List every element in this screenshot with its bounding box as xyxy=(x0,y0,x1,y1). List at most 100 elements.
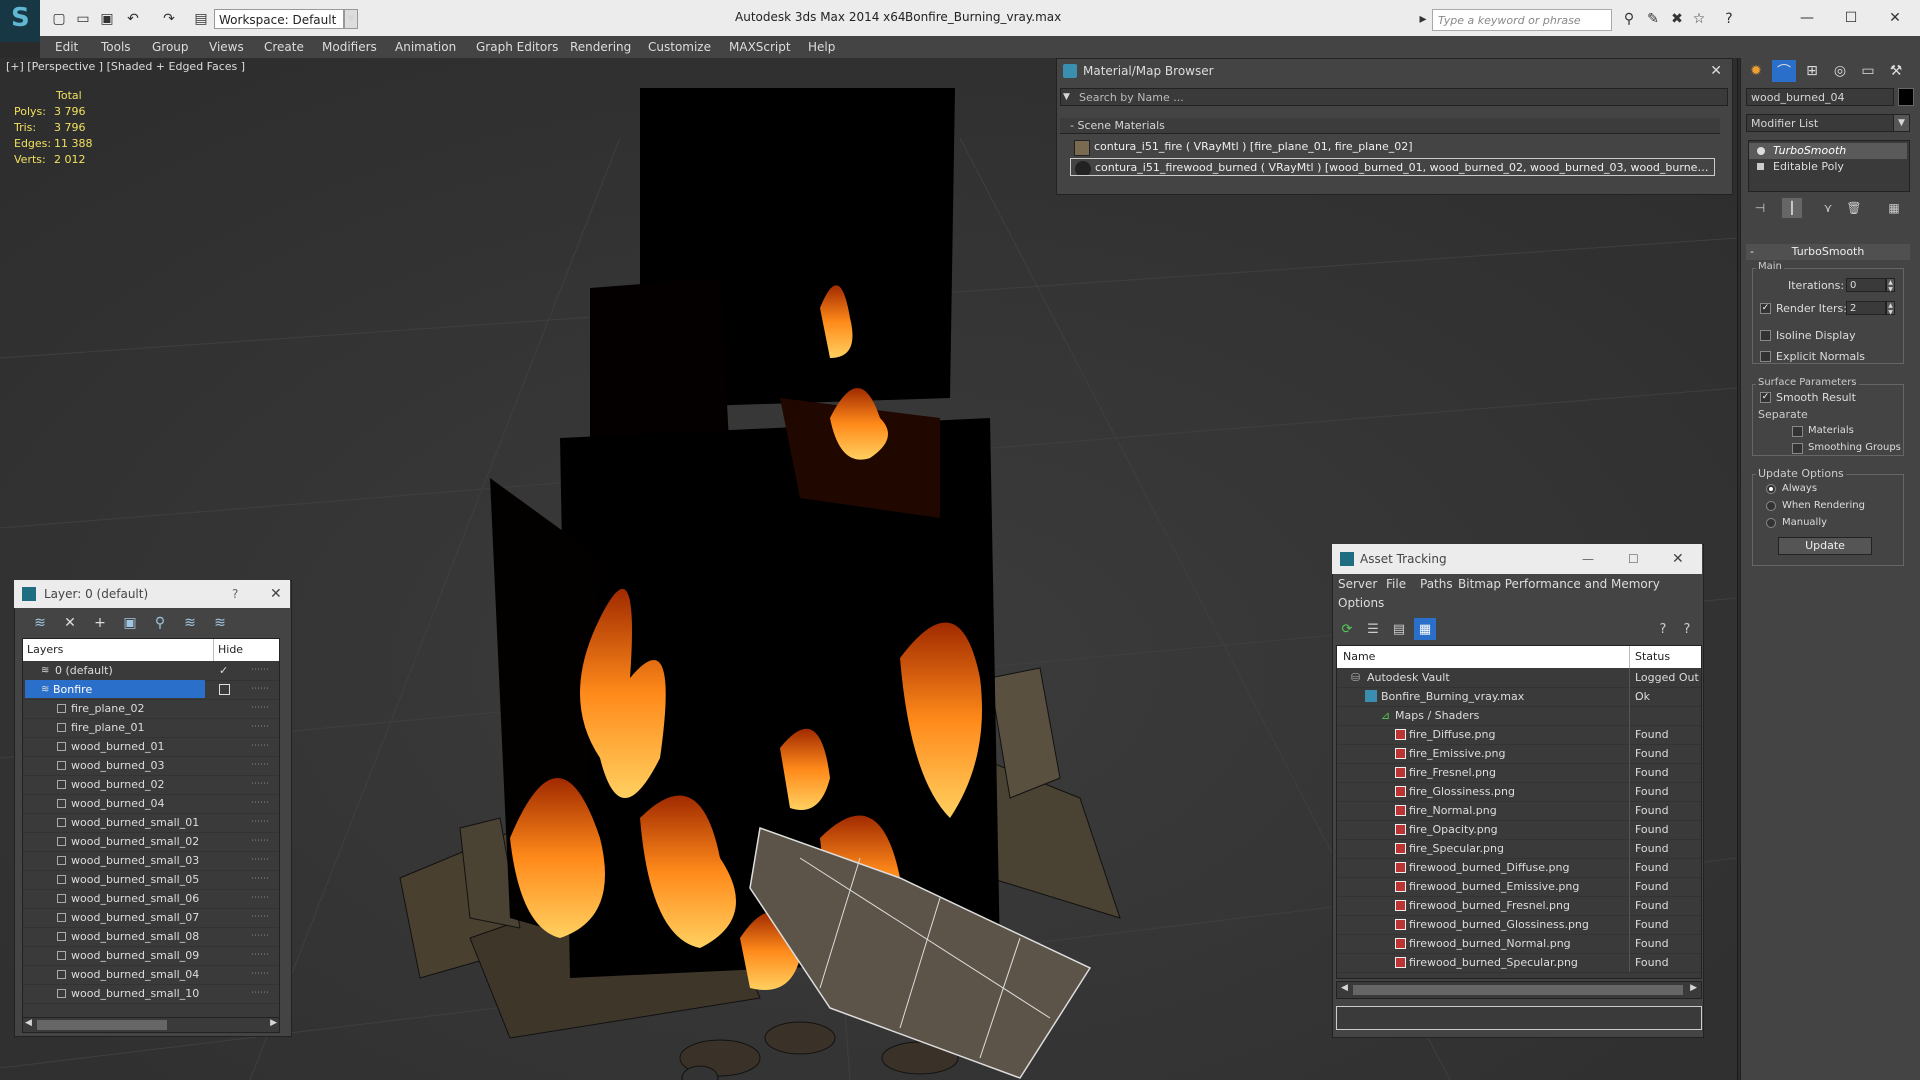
asset-row[interactable]: firewood_burned_Fresnel.png Found xyxy=(1337,896,1701,916)
modifier-list-dropdown[interactable]: Modifier List xyxy=(1746,114,1910,132)
scroll-left-icon[interactable]: ◀ xyxy=(1341,983,1348,993)
set-current-layer-icon[interactable]: ≋ xyxy=(178,612,202,634)
layer-object-row[interactable]: wood_burned_04 ⋯⋯ xyxy=(23,794,279,814)
minimize-icon[interactable]: — xyxy=(1792,8,1822,28)
update-when-rendering-radio[interactable] xyxy=(1766,501,1776,511)
hide-toggle-icon[interactable]: ⋯⋯ xyxy=(251,775,269,794)
hide-toggle-icon[interactable]: ⋯⋯ xyxy=(251,908,269,927)
menu-group[interactable]: Group xyxy=(152,40,189,54)
menu-graph-editors[interactable]: Graph Editors xyxy=(476,40,558,54)
whats-this-icon[interactable]: ? xyxy=(1676,618,1698,640)
refresh-icon[interactable]: ⟳ xyxy=(1336,618,1358,640)
object-color-swatch[interactable] xyxy=(1898,88,1914,106)
help-icon[interactable]: ? xyxy=(1720,10,1738,28)
open-file-icon[interactable]: ▭ xyxy=(74,10,92,28)
update-manually-radio[interactable] xyxy=(1766,518,1776,528)
menu-paths[interactable]: Paths xyxy=(1420,577,1453,591)
maximize-icon[interactable]: ☐ xyxy=(1628,544,1639,574)
separate-smoothing-groups-checkbox[interactable] xyxy=(1792,443,1803,454)
menu-rendering[interactable]: Rendering xyxy=(570,40,631,54)
close-icon[interactable]: ✕ xyxy=(1672,544,1684,574)
asset-row[interactable]: fire_Specular.png Found xyxy=(1337,839,1701,859)
redo-icon[interactable]: ↷ xyxy=(160,10,178,28)
layer-object-row[interactable]: wood_burned_02 ⋯⋯ xyxy=(23,775,279,795)
asset-row[interactable]: firewood_burned_Emissive.png Found xyxy=(1337,877,1701,897)
show-end-result-icon[interactable]: ┃ xyxy=(1782,198,1802,218)
menu-views[interactable]: Views xyxy=(209,40,244,54)
undo-icon[interactable]: ↶ xyxy=(124,10,142,28)
pin-stack-icon[interactable]: ⊣ xyxy=(1750,198,1770,218)
list-view-icon[interactable]: ☰ xyxy=(1362,618,1384,640)
menu-create[interactable]: Create xyxy=(264,40,304,54)
isoline-display-checkbox[interactable] xyxy=(1760,330,1771,341)
modify-tab-icon[interactable]: ⌒ xyxy=(1772,60,1796,82)
scroll-thumb[interactable] xyxy=(1353,985,1683,995)
motion-tab-icon[interactable]: ◎ xyxy=(1828,60,1852,82)
menu-help[interactable]: Help xyxy=(808,40,835,54)
expand-plus-icon[interactable] xyxy=(1757,163,1764,170)
hide-toggle-icon[interactable]: ⋯⋯ xyxy=(251,870,269,889)
hide-all-layers-icon[interactable]: ≋ xyxy=(208,612,232,634)
menu-options[interactable]: Options xyxy=(1338,596,1384,610)
infocenter-search-input[interactable]: Type a keyword or phrase xyxy=(1432,9,1612,31)
asset-row[interactable]: fire_Glossiness.png Found xyxy=(1337,782,1701,802)
column-name[interactable]: Name xyxy=(1343,646,1375,668)
material-browser-title-bar[interactable]: Material/Map Browser ✕ xyxy=(1057,59,1732,83)
app-logo[interactable]: S xyxy=(0,0,40,42)
asset-row[interactable]: firewood_burned_Glossiness.png Found xyxy=(1337,915,1701,935)
scene-materials-group[interactable]: - Scene Materials xyxy=(1060,118,1720,134)
turbosmooth-rollout-title[interactable]: - TurboSmooth xyxy=(1746,244,1910,260)
display-tab-icon[interactable]: ▭ xyxy=(1856,60,1880,82)
layer-panel-title-bar[interactable]: Layer: 0 (default) ? ✕ xyxy=(14,580,290,608)
hide-toggle-icon[interactable]: ⋯⋯ xyxy=(251,756,269,775)
viewport-label[interactable]: [+] [Perspective ] [Shaded + Edged Faces… xyxy=(6,60,245,73)
menu-file[interactable]: File xyxy=(1386,577,1406,591)
render-iters-checkbox[interactable]: ✓ xyxy=(1760,303,1771,314)
hide-toggle-icon[interactable]: ⋯⋯ xyxy=(251,851,269,870)
layer-object-row[interactable]: wood_burned_small_02 ⋯⋯ xyxy=(23,832,279,852)
scroll-right-icon[interactable]: ▶ xyxy=(1690,983,1697,993)
render-iters-spinner[interactable]: 2 xyxy=(1846,301,1886,315)
project-folder-icon[interactable]: ▤ xyxy=(192,10,210,28)
asset-row[interactable]: firewood_burned_Normal.png Found xyxy=(1337,934,1701,954)
hide-toggle-icon[interactable]: ⋯⋯ xyxy=(251,680,269,699)
asset-row[interactable]: fire_Normal.png Found xyxy=(1337,801,1701,821)
layer-row-default[interactable]: ≋ 0 (default) ✓ ⋯⋯ xyxy=(23,661,279,681)
communication-icon[interactable]: ✖ xyxy=(1668,10,1686,28)
layer-object-row[interactable]: wood_burned_small_06 ⋯⋯ xyxy=(23,889,279,909)
hide-toggle-icon[interactable]: ⋯⋯ xyxy=(251,737,269,756)
hide-toggle-icon[interactable]: ⋯⋯ xyxy=(251,813,269,832)
explicit-normals-checkbox[interactable] xyxy=(1760,351,1771,362)
add-to-layer-icon[interactable]: + xyxy=(88,612,112,634)
asset-horizontal-scrollbar[interactable]: ◀ ▶ xyxy=(1336,981,1702,999)
create-layer-icon[interactable]: ≋ xyxy=(28,612,52,634)
material-item[interactable]: contura_i51_fire ( VRayMtl ) [fire_plane… xyxy=(1070,138,1715,156)
stack-item-editable-poly[interactable]: Editable Poly xyxy=(1749,159,1907,175)
update-button[interactable]: Update xyxy=(1778,537,1872,555)
asset-row[interactable]: ⊿ Maps / Shaders xyxy=(1337,706,1701,726)
layer-object-row[interactable]: fire_plane_02 ⋯⋯ xyxy=(23,699,279,719)
utilities-tab-icon[interactable]: ⚒ xyxy=(1884,60,1908,82)
current-layer-check-icon[interactable]: ✓ xyxy=(219,661,228,680)
column-hide[interactable]: Hide xyxy=(213,639,243,661)
delete-layer-icon[interactable]: ✕ xyxy=(58,612,82,634)
menu-bitmap-performance[interactable]: Bitmap Performance and Memory xyxy=(1458,577,1660,591)
menu-customize[interactable]: Customize xyxy=(648,40,711,54)
layer-object-row[interactable]: wood_burned_small_07 ⋯⋯ xyxy=(23,908,279,928)
hide-toggle-icon[interactable]: ⋯⋯ xyxy=(251,661,269,680)
subscription-icon[interactable]: ✎ xyxy=(1644,10,1662,28)
hide-toggle-icon[interactable]: ⋯⋯ xyxy=(251,889,269,908)
workspace-dropdown-arrow-icon[interactable]: ▼ xyxy=(344,9,358,29)
set-current-checkbox[interactable] xyxy=(219,684,230,695)
hide-toggle-icon[interactable]: ⋯⋯ xyxy=(251,946,269,965)
hide-toggle-icon[interactable]: ⋯⋯ xyxy=(251,718,269,737)
asset-row[interactable]: fire_Opacity.png Found xyxy=(1337,820,1701,840)
asset-row[interactable]: fire_Fresnel.png Found xyxy=(1337,763,1701,783)
chevron-down-icon[interactable]: ▼ xyxy=(1893,114,1910,132)
layer-horizontal-scrollbar[interactable]: ◀ ▶ xyxy=(22,1017,280,1033)
expand-search-icon[interactable]: ▸ xyxy=(1414,10,1432,28)
material-item[interactable]: contura_i51_firewood_burned ( VRayMtl ) … xyxy=(1070,158,1715,176)
table-view-icon[interactable]: ▦ xyxy=(1414,618,1436,640)
configure-modifier-sets-icon[interactable]: ▦ xyxy=(1884,198,1904,218)
select-layer-icon[interactable]: ⚲ xyxy=(148,612,172,634)
